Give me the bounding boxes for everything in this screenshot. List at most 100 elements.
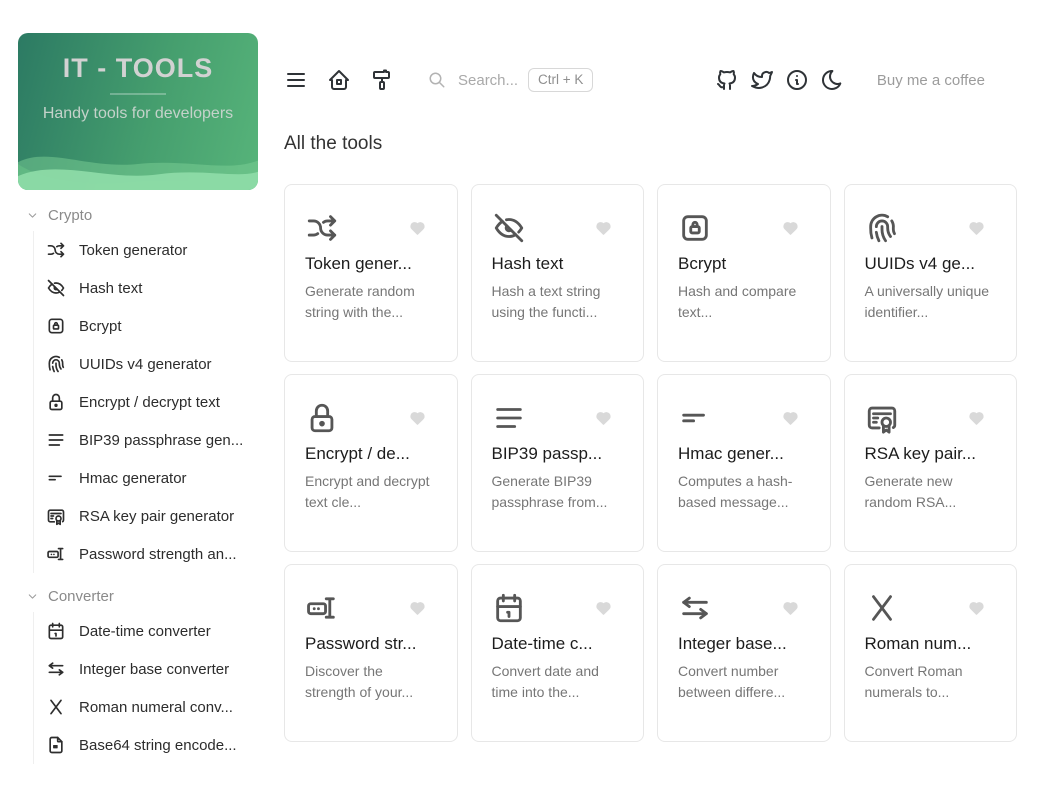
tool-card[interactable]: Bcrypt Hash and compare text... <box>657 184 831 362</box>
lock-icon <box>305 401 339 435</box>
sidebar-item[interactable]: Hash text <box>46 269 268 307</box>
tool-card-title: BIP39 passp... <box>491 444 603 463</box>
tool-card[interactable]: Encrypt / de... Encrypt and decrypt text… <box>284 374 458 552</box>
tool-card[interactable]: BIP39 passp... Generate BIP39 passphrase… <box>470 374 644 552</box>
password-meter-icon <box>305 591 339 625</box>
logo[interactable]: IT - TOOLS Handy tools for developers <box>18 33 258 190</box>
tool-card-title: Hash text <box>491 254 564 273</box>
tool-card[interactable]: RSA key pair... Generate new random RSA.… <box>843 374 1017 552</box>
tool-card[interactable]: UUIDs v4 ge... A universally unique iden… <box>843 184 1017 362</box>
logo-divider <box>110 93 166 95</box>
shuffle-icon <box>46 240 66 260</box>
moon-icon[interactable] <box>820 68 844 92</box>
calendar-icon <box>46 621 66 641</box>
sidebar-item[interactable]: Encrypt / decrypt text <box>46 383 268 421</box>
sidebar-item-label: Date-time converter <box>79 622 211 640</box>
app-root: IT - TOOLS Handy tools for developers Cr… <box>0 0 1042 789</box>
favorite-heart-icon[interactable] <box>409 410 426 427</box>
sidebar-item[interactable]: UUIDs v4 generator <box>46 345 268 383</box>
tool-card-title: UUIDs v4 ge... <box>864 254 976 273</box>
sidebar: IT - TOOLS Handy tools for developers Cr… <box>0 0 268 789</box>
tool-card[interactable]: Hmac gener... Computes a hash-based mess… <box>657 374 831 552</box>
short-lines-icon <box>678 401 712 435</box>
tool-card[interactable]: Password str... Discover the strength of… <box>284 564 458 742</box>
logo-subtitle: Handy tools for developers <box>42 105 234 122</box>
letter-x-icon <box>865 591 899 625</box>
sidebar-item[interactable]: Token generator <box>46 231 268 269</box>
tool-card-title: Token gener... <box>305 254 412 273</box>
tool-card-description: Generate BIP39 passphrase from... <box>491 473 608 510</box>
tools-grid: Token gener... Generate random string wi… <box>284 184 1017 742</box>
sidebar-item-label: BIP39 passphrase gen... <box>79 431 244 449</box>
tool-card-description: Generate new random RSA... <box>864 473 957 510</box>
tool-card[interactable]: Token gener... Generate random string wi… <box>284 184 458 362</box>
sidebar-section-label: Converter <box>48 588 114 605</box>
search-shortcut-kbd: Ctrl + K <box>528 68 594 92</box>
menu-icon[interactable] <box>284 68 308 92</box>
favorite-heart-icon[interactable] <box>968 220 985 237</box>
favorite-heart-icon[interactable] <box>782 600 799 617</box>
favorite-heart-icon[interactable] <box>595 220 612 237</box>
favorite-heart-icon[interactable] <box>782 410 799 427</box>
github-icon[interactable] <box>715 68 739 92</box>
search-input[interactable]: Search... Ctrl + K <box>428 68 594 92</box>
info-icon[interactable] <box>785 68 809 92</box>
sidebar-section-header[interactable]: Crypto <box>0 200 268 231</box>
logo-title: IT - TOOLS <box>62 53 214 83</box>
shuffle-icon <box>305 211 339 245</box>
sidebar-section-items: Token generator Hash text Bcrypt UUIDs v… <box>33 231 268 573</box>
page-title: All the tools <box>284 133 383 154</box>
certificate-icon <box>46 506 66 526</box>
tool-card-title: Integer base... <box>678 634 787 653</box>
fingerprint-icon <box>46 354 66 374</box>
twitter-icon[interactable] <box>750 68 774 92</box>
tool-card-title: Hmac gener... <box>678 444 784 463</box>
favorite-heart-icon[interactable] <box>782 220 799 237</box>
favorite-heart-icon[interactable] <box>409 220 426 237</box>
lock-square-icon <box>46 316 66 336</box>
sidebar-item[interactable]: BIP39 passphrase gen... <box>46 421 268 459</box>
tool-card-description: Hash a text string using the functi... <box>491 283 601 320</box>
tool-card[interactable]: Date-time c... Convert date and time int… <box>470 564 644 742</box>
sidebar-section-header[interactable]: Converter <box>0 581 268 612</box>
sidebar-item[interactable]: RSA key pair generator <box>46 497 268 535</box>
tool-card-description: Generate random string with the... <box>305 283 415 320</box>
sidebar-item[interactable]: Date-time converter <box>46 612 268 650</box>
tool-card[interactable]: Hash text Hash a text string using the f… <box>470 184 644 362</box>
sidebar-section: Crypto Token generator Hash text Bcrypt … <box>0 200 268 573</box>
sidebar-item-label: Bcrypt <box>79 317 122 335</box>
sidebar-item-label: UUIDs v4 generator <box>79 355 212 373</box>
favorite-heart-icon[interactable] <box>595 410 612 427</box>
tool-card-title: Date-time c... <box>491 634 593 653</box>
tool-card-description: Computes a hash-based message... <box>678 473 793 510</box>
favorite-heart-icon[interactable] <box>595 600 612 617</box>
arrows-left-right-icon <box>678 591 712 625</box>
tool-card-description: Encrypt and decrypt text cle... <box>305 473 430 510</box>
arrows-left-right-icon <box>46 659 66 679</box>
tool-card-title: Password str... <box>305 634 417 653</box>
sidebar-section: Converter Date-time converter Integer ba… <box>0 581 268 764</box>
paint-roller-icon[interactable] <box>370 68 394 92</box>
fingerprint-icon <box>865 211 899 245</box>
favorite-heart-icon[interactable] <box>968 600 985 617</box>
sidebar-item[interactable]: Bcrypt <box>46 307 268 345</box>
sidebar-item[interactable]: Base64 string encode... <box>46 726 268 764</box>
favorite-heart-icon[interactable] <box>409 600 426 617</box>
home-icon[interactable] <box>327 68 351 92</box>
sidebar-item[interactable]: Hmac generator <box>46 459 268 497</box>
sidebar-item-label: Hmac generator <box>79 469 187 487</box>
letter-x-icon <box>46 697 66 717</box>
sidebar-item-label: Password strength an... <box>79 545 237 563</box>
favorite-heart-icon[interactable] <box>968 410 985 427</box>
align-left-icon <box>492 401 526 435</box>
tool-card[interactable]: Integer base... Convert number between d… <box>657 564 831 742</box>
sidebar-item[interactable]: Password strength an... <box>46 535 268 573</box>
sidebar-item[interactable]: Integer base converter <box>46 650 268 688</box>
tool-card-description: Convert Roman numerals to... <box>864 663 963 700</box>
tool-card[interactable]: Roman num... Convert Roman numerals to..… <box>843 564 1017 742</box>
sidebar-item-label: Hash text <box>79 279 143 297</box>
lock-square-icon <box>678 211 712 245</box>
sidebar-item[interactable]: Roman numeral conv... <box>46 688 268 726</box>
buy-me-a-coffee-link[interactable]: Buy me a coffee <box>877 72 985 89</box>
sidebar-section-label: Crypto <box>48 207 93 224</box>
